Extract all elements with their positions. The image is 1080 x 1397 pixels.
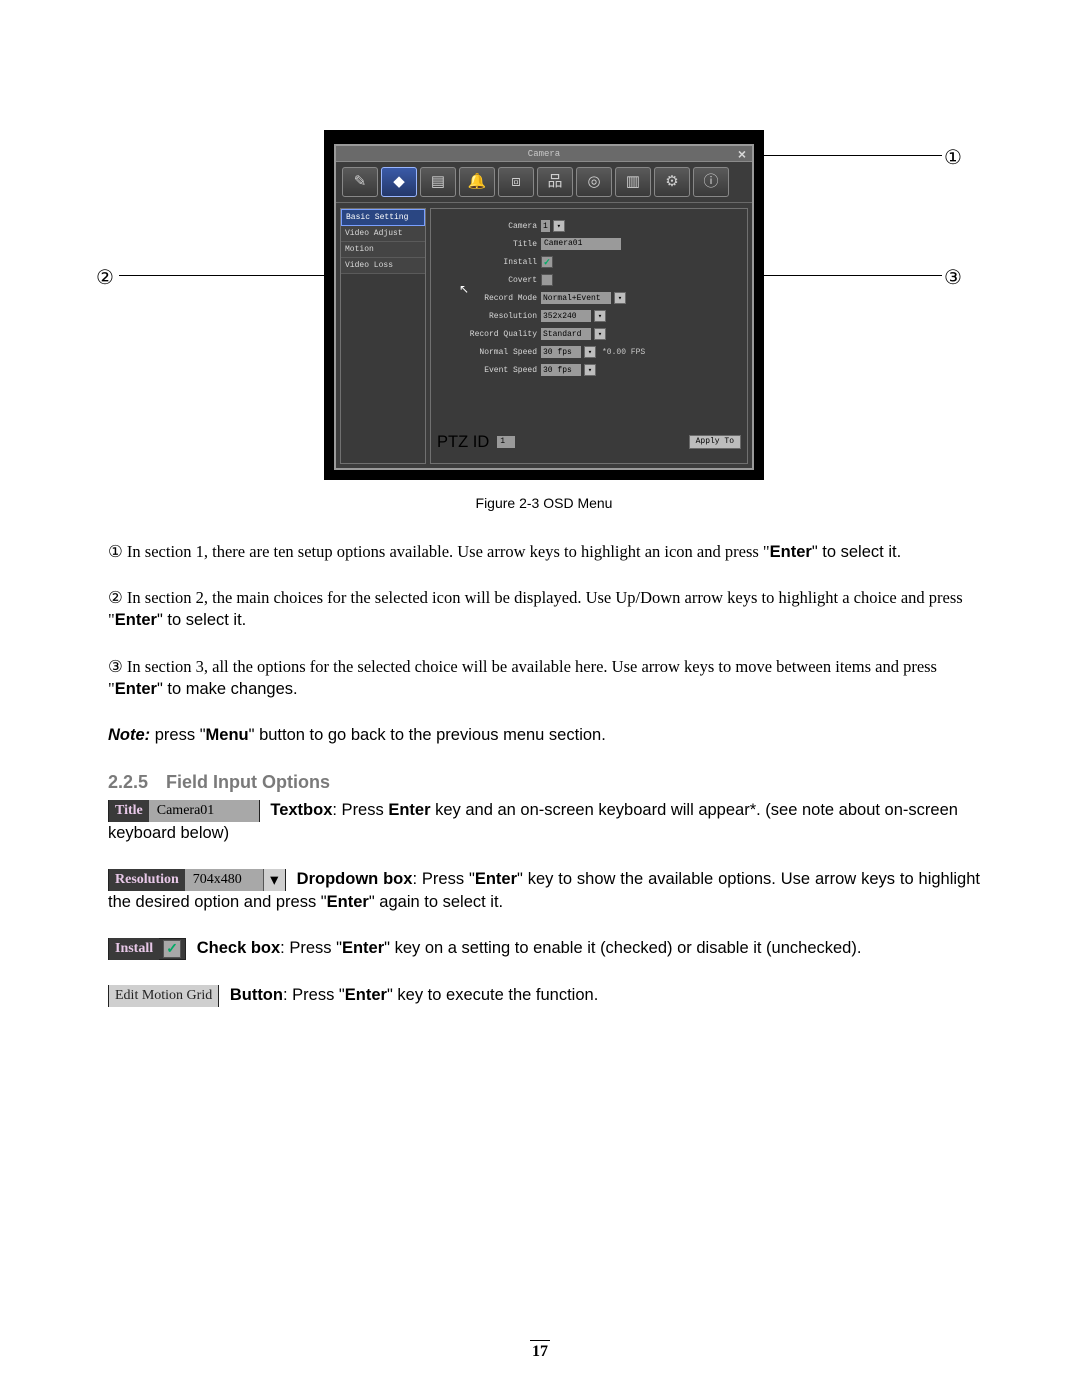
chip-textbox: Title Camera01 xyxy=(108,800,260,822)
chip-dropdown: Resolution 704x480 ▾ xyxy=(108,869,286,891)
osd-main-panel: ↖ Camera 1 ▾ Title Camera01 Install xyxy=(430,208,748,464)
covert-checkbox[interactable] xyxy=(541,274,553,286)
toolbar-icon-7[interactable]: ◎ xyxy=(576,167,612,197)
resolution-label: Resolution xyxy=(437,312,541,321)
toolbar-icon-5[interactable]: ⧈ xyxy=(498,167,534,197)
para-section2: ② In section 2, the main choices for the… xyxy=(108,587,980,632)
callout-2: ② xyxy=(94,265,116,292)
fps-extra: *0.00 FPS xyxy=(602,348,645,357)
sidebar-item-motion[interactable]: Motion xyxy=(341,242,425,258)
toolbar-icon-1[interactable]: ✎ xyxy=(342,167,378,197)
install-checkbox[interactable]: ✓ xyxy=(541,256,553,268)
ptz-input[interactable]: 1 xyxy=(497,436,515,448)
osd-toolbar: ✎ ◆ ▤ 🔔 ⧈ 品 ◎ ▥ ⚙ ⓘ xyxy=(336,162,752,203)
para-section3: ③ In section 3, all the options for the … xyxy=(108,656,980,701)
sidebar-item-basic-setting[interactable]: Basic Setting xyxy=(341,209,425,226)
covert-label: Covert xyxy=(437,276,541,285)
install-label: Install xyxy=(437,258,541,267)
chevron-down-icon[interactable]: ▾ xyxy=(553,220,565,232)
title-input[interactable]: Camera01 xyxy=(541,238,621,250)
leader-3 xyxy=(734,275,942,276)
page-number: 17 xyxy=(0,1340,1080,1361)
ptz-label: PTZ ID xyxy=(437,431,493,453)
recmode-select[interactable]: Normal+Event xyxy=(541,292,611,304)
chevron-down-icon[interactable]: ▾ xyxy=(584,346,596,358)
espeed-label: Event Speed xyxy=(437,366,541,375)
chevron-down-icon[interactable]: ▾ xyxy=(594,310,606,322)
toolbar-icon-3[interactable]: ▤ xyxy=(420,167,456,197)
recqual-select[interactable]: Standard xyxy=(541,328,591,340)
camera-label: Camera xyxy=(437,222,541,231)
fieldopt-button: Edit Motion Grid Button: Press "Enter" k… xyxy=(108,984,980,1007)
para-section1: ① In section 1, there are ten setup opti… xyxy=(108,541,980,563)
osd-figure: ① ② ③ Camera × ✎ ◆ ▤ 🔔 ⧈ xyxy=(224,130,864,480)
close-icon[interactable]: × xyxy=(735,147,749,161)
callout-3: ③ xyxy=(942,265,964,292)
espeed-select[interactable]: 30 fps xyxy=(541,364,581,376)
apply-to-button[interactable]: Apply To xyxy=(689,435,741,449)
toolbar-icon-4[interactable]: 🔔 xyxy=(459,167,495,197)
section-heading: 2.2.5Field Input Options xyxy=(108,772,980,793)
toolbar-icon-9[interactable]: ⚙ xyxy=(654,167,690,197)
chevron-down-icon[interactable]: ▾ xyxy=(594,328,606,340)
osd-window-title: Camera xyxy=(528,149,560,159)
toolbar-icon-6[interactable]: 品 xyxy=(537,167,573,197)
callout-1: ① xyxy=(942,145,964,172)
nspeed-label: Normal Speed xyxy=(437,348,541,357)
chevron-down-icon[interactable]: ▾ xyxy=(614,292,626,304)
leader-1 xyxy=(764,155,942,156)
para-note: Note: press "Menu" button to go back to … xyxy=(108,724,980,746)
fieldopt-textbox: Title Camera01 Textbox: Press Enter key … xyxy=(108,799,980,844)
title-label: Title xyxy=(437,240,541,249)
resolution-select[interactable]: 352x240 xyxy=(541,310,591,322)
osd-titlebar: Camera × xyxy=(336,146,752,162)
chevron-down-icon[interactable]: ▾ xyxy=(584,364,596,376)
sidebar-item-video-adjust[interactable]: Video Adjust xyxy=(341,226,425,242)
camera-select[interactable]: 1 xyxy=(541,220,550,232)
chip-button: Edit Motion Grid xyxy=(108,985,219,1007)
nspeed-select[interactable]: 30 fps xyxy=(541,346,581,358)
figure-caption: Figure 2-3 OSD Menu xyxy=(108,494,980,513)
fieldopt-dropdown: Resolution 704x480 ▾ Dropdown box: Press… xyxy=(108,868,980,913)
sidebar-item-video-loss[interactable]: Video Loss xyxy=(341,258,425,274)
chevron-down-icon: ▾ xyxy=(263,869,285,891)
chip-checkbox: Install ✓ xyxy=(108,938,186,960)
recmode-label: Record Mode xyxy=(437,294,541,303)
check-icon: ✓ xyxy=(163,940,181,958)
toolbar-icon-10[interactable]: ⓘ xyxy=(693,167,729,197)
toolbar-icon-8[interactable]: ▥ xyxy=(615,167,651,197)
recqual-label: Record Quality xyxy=(437,330,541,339)
osd-screen: Camera × ✎ ◆ ▤ 🔔 ⧈ 品 ◎ ▥ ⚙ ⓘ xyxy=(324,130,764,480)
osd-sidebar: Basic Setting Video Adjust Motion Video … xyxy=(340,208,426,464)
leader-2 xyxy=(119,275,349,276)
fieldopt-checkbox: Install ✓ Check box: Press "Enter" key o… xyxy=(108,937,980,960)
toolbar-icon-2[interactable]: ◆ xyxy=(381,167,417,197)
